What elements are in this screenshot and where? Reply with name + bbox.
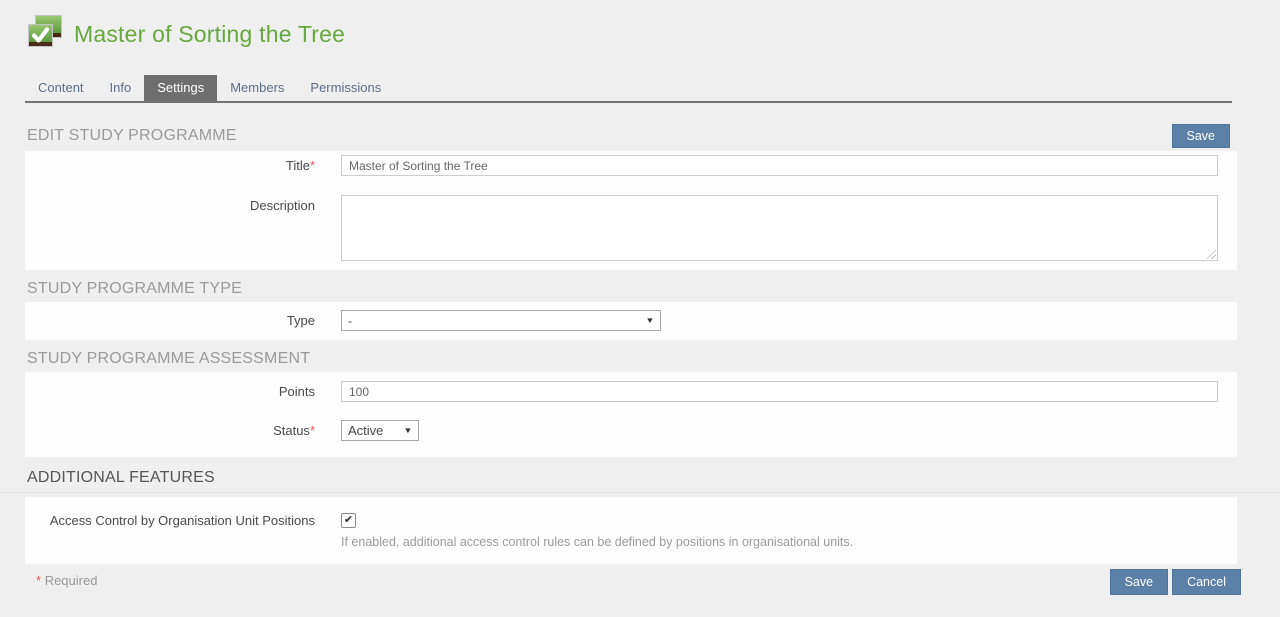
page-header: Master of Sorting the Tree <box>0 0 1280 54</box>
points-row: Points <box>25 381 1237 402</box>
required-note: * Required <box>36 573 97 588</box>
title-label: Title* <box>25 158 315 174</box>
title-row: Title* <box>25 155 1237 176</box>
description-label: Description <box>25 176 315 214</box>
type-row: Type - ▼ <box>25 310 1237 331</box>
save-button-top[interactable]: Save <box>1172 124 1231 148</box>
chevron-down-icon: ▼ <box>645 316 654 325</box>
tab-permissions[interactable]: Permissions <box>297 75 394 101</box>
front-card <box>29 25 53 47</box>
section-heading-edit: EDIT STUDY PROGRAMME Save <box>0 103 1280 151</box>
status-row: Status* Active ▼ <box>25 420 1237 441</box>
required-asterisk: * <box>36 573 41 588</box>
save-button-bottom[interactable]: Save <box>1110 569 1169 595</box>
section-heading-features: ADDITIONAL FEATURES <box>0 457 1280 493</box>
access-control-label: Access Control by Organisation Unit Posi… <box>25 513 315 529</box>
description-row: Description <box>25 176 1237 261</box>
required-asterisk: * <box>310 423 315 438</box>
chevron-down-icon: ▼ <box>403 426 412 435</box>
access-control-row: Access Control by Organisation Unit Posi… <box>25 513 1237 550</box>
tab-content[interactable]: Content <box>25 75 97 101</box>
title-input[interactable] <box>341 155 1218 176</box>
section-heading-type: STUDY PROGRAMME TYPE <box>0 270 1280 302</box>
access-control-help-text: If enabled, additional access control ru… <box>341 535 1218 550</box>
section-heading-edit-label: EDIT STUDY PROGRAMME <box>27 127 237 144</box>
status-select-value: Active <box>348 423 383 438</box>
assessment-panel: Points Status* Active ▼ <box>25 372 1237 457</box>
form-footer: * Required Save Cancel <box>0 564 1280 617</box>
access-control-checkbox[interactable] <box>341 513 356 528</box>
type-select[interactable]: - ▼ <box>341 310 661 331</box>
tab-settings[interactable]: Settings <box>144 75 217 101</box>
page-title: Master of Sorting the Tree <box>74 21 345 48</box>
course-check-icon <box>27 14 63 54</box>
features-panel: Access Control by Organisation Unit Posi… <box>25 497 1237 564</box>
points-input[interactable] <box>341 381 1218 402</box>
page: Master of Sorting the Tree Content Info … <box>0 0 1280 610</box>
edit-panel: Title* Description <box>25 151 1237 270</box>
description-textarea[interactable] <box>341 195 1218 261</box>
required-asterisk: * <box>310 158 315 173</box>
tab-members[interactable]: Members <box>217 75 297 101</box>
status-label: Status* <box>25 423 315 439</box>
type-label: Type <box>25 313 315 329</box>
type-panel: Type - ▼ <box>25 302 1237 340</box>
type-select-value: - <box>348 314 352 328</box>
cancel-button[interactable]: Cancel <box>1172 569 1241 595</box>
section-heading-assessment: STUDY PROGRAMME ASSESSMENT <box>0 340 1280 372</box>
points-label: Points <box>25 384 315 400</box>
tab-bar: Content Info Settings Members Permission… <box>25 75 1232 103</box>
tab-info[interactable]: Info <box>97 75 145 101</box>
status-select[interactable]: Active ▼ <box>341 420 419 441</box>
